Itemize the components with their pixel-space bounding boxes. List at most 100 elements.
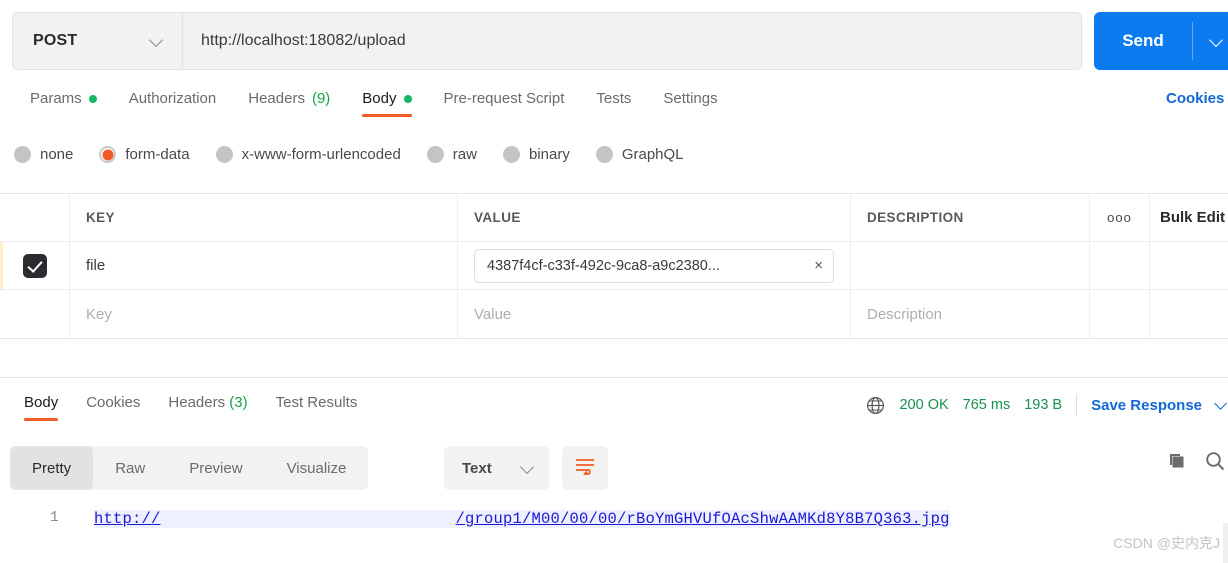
view-mode-preview-label: Preview [189,459,243,477]
header-value-cell: VALUE [458,194,851,241]
tab-body-label: Body [362,90,397,107]
more-options-icon[interactable]: ooo [1107,210,1132,225]
tab-tests[interactable]: Tests [580,88,647,121]
response-tab-cookies[interactable]: Cookies [72,392,154,423]
request-tabs: Params Authorization Headers (9) Body Pr… [0,88,1228,130]
tab-pre-request-script[interactable]: Pre-request Script [428,88,581,121]
row-bulk-cell [1150,242,1228,289]
send-options-button[interactable] [1193,12,1228,70]
tab-authorization[interactable]: Authorization [113,88,233,121]
chevron-down-icon[interactable] [1216,399,1228,411]
view-mode-visualize-label: Visualize [286,459,347,477]
row-value-cell: 4387f4cf-c33f-492c-9ca8-a9c2380... × [458,242,851,289]
table-options-cell: ooo [1090,194,1150,241]
column-header-value: VALUE [474,210,521,225]
view-mode-raw-label: Raw [115,459,146,477]
response-view-mode-group: Pretty Raw Preview Visualize [10,446,369,490]
globe-icon [866,396,885,415]
tab-headers-count: (9) [311,90,331,107]
response-pane-divider [0,377,1228,378]
row-key-cell[interactable]: Key [70,290,458,338]
bulk-edit-button[interactable]: Bulk Edit [1160,209,1225,226]
column-header-key: KEY [86,210,115,225]
table-header-row: KEY VALUE DESCRIPTION ooo Bulk Edit [0,194,1228,242]
response-tab-body-label: Body [24,394,59,411]
row-bulk-cell [1150,290,1228,338]
view-mode-pretty-label: Pretty [32,459,72,477]
body-mode-graphql[interactable]: GraphQL [595,146,684,163]
body-mode-graphql-label: GraphQL [621,146,684,163]
word-wrap-button[interactable] [562,446,608,490]
request-url-bar: POST http://localhost:18082/upload [12,12,1082,70]
row-description-cell[interactable]: Description [851,290,1090,338]
tab-params-label: Params [30,90,82,107]
body-mode-urlencoded[interactable]: x-www-form-urlencoded [215,146,401,163]
radio-icon [215,146,233,163]
remove-file-icon[interactable]: × [806,257,823,274]
radio-icon [502,146,520,163]
tab-settings-label: Settings [663,90,718,107]
tab-params[interactable]: Params [14,88,113,121]
response-format-label: Text [462,459,492,477]
view-mode-visualize[interactable]: Visualize [265,446,369,490]
response-tab-headers[interactable]: Headers (3) [154,392,261,423]
header-key-cell: KEY [70,194,458,241]
row-value-cell[interactable]: Value [458,290,851,338]
response-tab-test-results[interactable]: Test Results [262,392,372,423]
response-tab-headers-label: Headers [168,394,226,411]
row-key-cell[interactable]: file [70,242,458,289]
row-checkbox-cell [0,290,70,338]
response-tab-body[interactable]: Body [10,392,72,423]
response-url-prefix: http:// [94,510,161,528]
view-mode-pretty[interactable]: Pretty [10,446,94,490]
row-checkbox[interactable] [22,253,47,278]
tab-tests-label: Tests [596,90,632,107]
response-tab-test-results-label: Test Results [275,394,358,411]
tab-headers-label: Headers [248,90,305,107]
value-placeholder: Value [474,305,512,323]
http-method-label: POST [33,32,78,49]
body-mode-form-data[interactable]: form-data [99,146,190,163]
view-mode-raw[interactable]: Raw [93,446,167,490]
search-icon[interactable] [1204,450,1226,477]
body-mode-binary[interactable]: binary [502,146,570,163]
chevron-down-icon [1210,34,1224,48]
request-url-input[interactable]: http://localhost:18082/upload [183,13,1081,69]
tab-headers[interactable]: Headers (9) [232,88,346,121]
radio-icon [426,146,444,163]
file-value-chip[interactable]: 4387f4cf-c33f-492c-9ca8-a9c2380... × [474,248,834,283]
send-button[interactable]: Send [1094,12,1192,70]
header-checkbox-cell [0,194,70,241]
row-description-cell[interactable] [851,242,1090,289]
header-description-cell: DESCRIPTION [851,194,1090,241]
body-mode-binary-label: binary [528,146,570,163]
radio-selected-icon [99,146,117,163]
chevron-down-icon [150,34,164,48]
response-tabs: Body Cookies Headers (3) Test Results [10,392,371,423]
tab-settings[interactable]: Settings [647,88,733,121]
description-placeholder: Description [867,305,943,323]
response-format-selector[interactable]: Text [444,446,549,490]
copy-icon[interactable] [1166,450,1188,477]
response-actions [1166,450,1226,477]
body-mode-radio-group: none form-data x-www-form-urlencoded raw… [14,146,684,163]
save-response-button[interactable]: Save Response [1091,397,1202,414]
row-options-cell [1090,242,1150,289]
view-mode-preview[interactable]: Preview [167,446,264,490]
response-tab-headers-count: (3) [229,394,248,411]
form-data-table: KEY VALUE DESCRIPTION ooo Bulk Edit file… [0,193,1228,339]
body-mode-none[interactable]: none [14,146,73,163]
cookies-link[interactable]: Cookies [1166,88,1228,121]
tab-authorization-label: Authorization [128,90,217,107]
body-mode-raw-label: raw [452,146,477,163]
column-header-description: DESCRIPTION [867,210,964,225]
response-url-link[interactable]: http:// /group1/M00/00/00/rBoYmGHVUfOAcSh… [94,510,950,528]
http-method-selector[interactable]: POST [13,13,183,69]
body-mode-raw[interactable]: raw [426,146,477,163]
request-url-text: http://localhost:18082/upload [201,32,406,49]
response-size: 193 B [1024,397,1063,413]
table-row: file 4387f4cf-c33f-492c-9ca8-a9c2380... … [0,242,1228,290]
tab-body[interactable]: Body [346,88,427,121]
response-tab-cookies-label: Cookies [86,394,141,411]
word-wrap-icon [574,457,596,480]
